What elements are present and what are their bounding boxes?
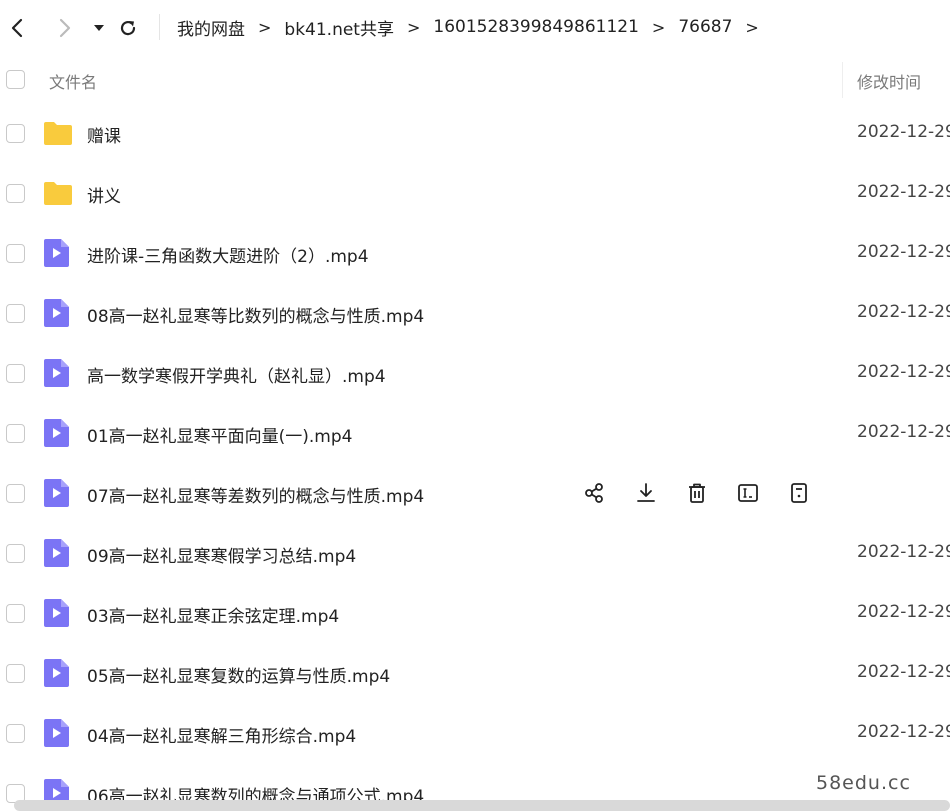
forward-button[interactable] (50, 14, 78, 42)
row-checkbox[interactable] (6, 184, 25, 203)
video-file-icon (43, 298, 71, 328)
file-name[interactable]: 进阶课-三角函数大题进阶（2）.mp4 (87, 242, 369, 267)
file-name[interactable]: 赠课 (87, 122, 121, 147)
row-checkbox[interactable] (6, 244, 25, 263)
breadcrumb-separator: > (258, 17, 272, 37)
file-name[interactable]: 05高一赵礼显寒复数的运算与性质.mp4 (87, 662, 390, 687)
file-modified-time: 2022-12-29 (857, 662, 950, 682)
file-row[interactable]: 03高一赵礼显寒正余弦定理.mp4 2022-12-29 (0, 584, 950, 644)
breadcrumb-item-my-drive[interactable]: 我的网盘 (177, 15, 245, 40)
history-dropdown-button[interactable] (88, 14, 110, 42)
breadcrumb-item-share[interactable]: bk41.net共享 (284, 15, 394, 40)
horizontal-scrollbar[interactable] (14, 800, 950, 811)
file-name[interactable]: 04高一赵礼显寒解三角形综合.mp4 (87, 722, 356, 747)
download-icon (635, 482, 657, 508)
row-checkbox[interactable] (6, 484, 25, 503)
file-name[interactable]: 07高一赵礼显寒等差数列的概念与性质.mp4 (87, 482, 424, 507)
file-row[interactable]: 04高一赵礼显寒解三角形综合.mp4 2022-12-29 (0, 704, 950, 764)
file-name[interactable]: 03高一赵礼显寒正余弦定理.mp4 (87, 602, 339, 627)
video-file-icon (43, 418, 71, 448)
column-divider[interactable] (842, 62, 843, 98)
file-list-header: 文件名 修改时间 (0, 54, 950, 106)
row-checkbox[interactable] (6, 424, 25, 443)
file-name[interactable]: 08高一赵礼显寒等比数列的概念与性质.mp4 (87, 302, 424, 327)
file-name[interactable]: 01高一赵礼显寒平面向量(一).mp4 (87, 422, 352, 447)
video-file-icon (43, 358, 71, 388)
file-modified-time: 2022-12-29 (857, 242, 950, 262)
rename-button[interactable] (735, 482, 761, 508)
row-checkbox[interactable] (6, 724, 25, 743)
file-row[interactable]: 07高一赵礼显寒等差数列的概念与性质.mp4 (0, 464, 950, 524)
file-row[interactable]: 01高一赵礼显寒平面向量(一).mp4 2022-12-29 (0, 404, 950, 464)
file-modified-time: 2022-12-29 (857, 182, 950, 202)
breadcrumb-separator: > (745, 17, 759, 37)
file-row[interactable]: 高一数学寒假开学典礼（赵礼显）.mp4 2022-12-29 (0, 344, 950, 404)
file-modified-time: 2022-12-29 (857, 302, 950, 322)
file-row[interactable]: 赠课 2022-12-29 (0, 104, 950, 164)
chevron-right-icon (59, 18, 71, 38)
delete-icon (686, 482, 708, 508)
file-modified-time: 2022-12-29 (857, 722, 950, 742)
row-actions (582, 482, 837, 508)
column-header-modified-time[interactable]: 修改时间 (857, 69, 921, 93)
file-name[interactable]: 高一数学寒假开学典礼（赵礼显）.mp4 (87, 362, 386, 387)
breadcrumb-separator: > (406, 17, 421, 37)
file-name[interactable]: 09高一赵礼显寒寒假学习总结.mp4 (87, 542, 356, 567)
back-button[interactable] (4, 14, 32, 42)
video-file-icon (43, 238, 71, 268)
file-row[interactable]: 讲义 2022-12-29 (0, 164, 950, 224)
file-modified-time: 2022-12-29 (857, 122, 950, 142)
folder-icon (43, 118, 72, 148)
file-modified-time: 2022-12-29 (857, 422, 950, 442)
watermark: 58edu.cc (816, 772, 911, 794)
file-modified-time: 2022-12-29 (857, 602, 950, 622)
share-icon (584, 482, 606, 508)
delete-button[interactable] (684, 482, 710, 508)
chevron-left-icon (11, 18, 23, 38)
video-file-icon (43, 718, 71, 748)
breadcrumb-item-current-folder[interactable]: 76687 (678, 17, 732, 37)
rename-icon (737, 482, 759, 508)
row-checkbox[interactable] (6, 304, 25, 323)
file-row[interactable]: 进阶课-三角函数大题进阶（2）.mp4 2022-12-29 (0, 224, 950, 284)
row-checkbox[interactable] (6, 124, 25, 143)
folder-icon (43, 178, 72, 208)
column-header-name[interactable]: 文件名 (49, 69, 97, 93)
file-modified-time: 2022-12-29 (857, 542, 950, 562)
row-checkbox[interactable] (6, 664, 25, 683)
row-checkbox[interactable] (6, 544, 25, 563)
refresh-icon (120, 20, 136, 36)
caret-down-icon (94, 25, 104, 31)
download-button[interactable] (633, 482, 659, 508)
refresh-button[interactable] (114, 14, 142, 42)
details-icon (788, 482, 810, 508)
file-list: 赠课 2022-12-29 讲义 2022-12-29 进阶课-三角函数大题进阶（2）.… (0, 104, 950, 811)
video-file-icon (43, 538, 71, 568)
breadcrumb: 我的网盘 > bk41.net共享 > 1601528399849861121 … (177, 15, 772, 40)
file-row[interactable]: 08高一赵礼显寒等比数列的概念与性质.mp4 2022-12-29 (0, 284, 950, 344)
select-all-checkbox[interactable] (6, 70, 25, 89)
breadcrumb-item-share-id[interactable]: 1601528399849861121 (433, 17, 639, 37)
toolbar-divider (159, 14, 160, 40)
row-checkbox[interactable] (6, 364, 25, 383)
file-name[interactable]: 讲义 (87, 182, 121, 207)
share-button[interactable] (582, 482, 608, 508)
video-file-icon (43, 658, 71, 688)
details-button[interactable] (786, 482, 812, 508)
file-row[interactable]: 05高一赵礼显寒复数的运算与性质.mp4 2022-12-29 (0, 644, 950, 704)
video-file-icon (43, 478, 71, 508)
top-navigation-bar: 我的网盘 > bk41.net共享 > 1601528399849861121 … (0, 0, 950, 54)
video-file-icon (43, 598, 71, 628)
row-checkbox[interactable] (6, 604, 25, 623)
file-row[interactable]: 09高一赵礼显寒寒假学习总结.mp4 2022-12-29 (0, 524, 950, 584)
file-modified-time: 2022-12-29 (857, 362, 950, 382)
breadcrumb-separator: > (651, 17, 666, 37)
